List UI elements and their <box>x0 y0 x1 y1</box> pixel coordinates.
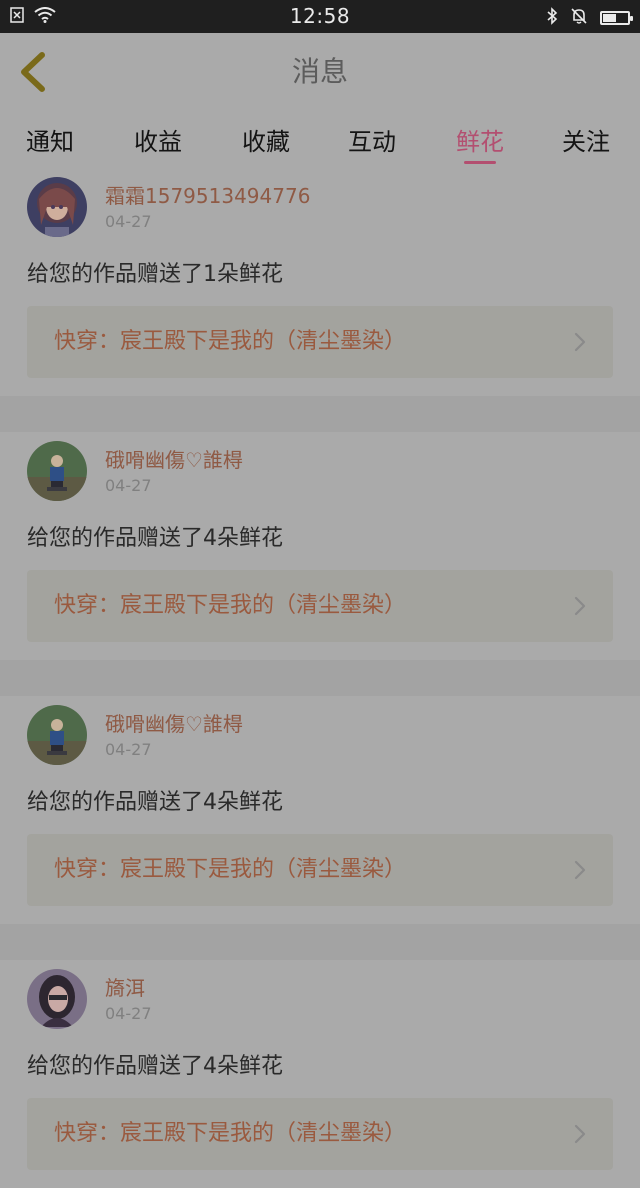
work-title: 快穿：宸王殿下是我的（清尘墨染） <box>54 329 407 354</box>
tab-notice[interactable]: 通知 <box>26 122 74 157</box>
tab-flowers[interactable]: 鲜花 <box>456 122 504 164</box>
page-title: 消息 <box>291 55 348 88</box>
work-title: 快穿：宸王殿下是我的（清尘墨染） <box>54 593 407 618</box>
chevron-right-icon <box>574 596 586 616</box>
tab-bar: 通知 收益 收藏 互动 鲜花 关注 <box>0 110 640 168</box>
avatar[interactable] <box>27 969 87 1029</box>
username[interactable]: 硪嗗幽傷♡誰棏 <box>105 444 243 473</box>
card-separator <box>0 660 640 696</box>
work-link[interactable]: 快穿：宸王殿下是我的（清尘墨染） <box>27 1098 613 1170</box>
status-time: 12:58 <box>289 4 351 28</box>
tab-interaction[interactable]: 互动 <box>348 122 396 157</box>
tab-favorites[interactable]: 收藏 <box>242 122 290 157</box>
work-title: 快穿：宸王殿下是我的（清尘墨染） <box>54 1121 407 1146</box>
app-header: 消息 <box>0 33 640 111</box>
notification-message: 给您的作品赠送了4朵鲜花 <box>27 526 283 551</box>
work-link[interactable]: 快穿：宸王殿下是我的（清尘墨染） <box>27 306 613 378</box>
tab-label: 收藏 <box>242 128 290 156</box>
active-tab-indicator <box>464 161 496 164</box>
status-right-icons <box>546 7 633 29</box>
username[interactable]: 旖洱 <box>105 972 145 1001</box>
card-separator <box>0 924 640 960</box>
notification-message: 给您的作品赠送了4朵鲜花 <box>27 790 283 815</box>
work-link[interactable]: 快穿：宸王殿下是我的（清尘墨染） <box>27 570 613 642</box>
tab-label: 鲜花 <box>456 128 504 156</box>
work-link[interactable]: 快穿：宸王殿下是我的（清尘墨染） <box>27 834 613 906</box>
notification-date: 04-27 <box>105 212 152 231</box>
card-separator <box>0 396 640 432</box>
chevron-right-icon <box>574 860 586 880</box>
notification-date: 04-27 <box>105 740 152 759</box>
avatar[interactable] <box>27 705 87 765</box>
mute-bell-icon <box>570 7 588 29</box>
notification-date: 04-27 <box>105 476 152 495</box>
username[interactable]: 霜霜1579513494776 <box>105 180 310 209</box>
bluetooth-icon <box>546 7 558 29</box>
notification-card: 硪嗗幽傷♡誰棏 04-27 给您的作品赠送了4朵鲜花 快穿：宸王殿下是我的（清尘… <box>0 696 640 924</box>
notification-date: 04-27 <box>105 1004 152 1023</box>
notification-message: 给您的作品赠送了4朵鲜花 <box>27 1054 283 1079</box>
notification-card: 硪嗗幽傷♡誰棏 04-27 给您的作品赠送了4朵鲜花 快穿：宸王殿下是我的（清尘… <box>0 432 640 660</box>
chevron-right-icon <box>574 332 586 352</box>
tab-label: 关注 <box>562 128 610 156</box>
tab-label: 收益 <box>134 128 182 156</box>
tab-label: 互动 <box>348 128 396 156</box>
tab-follow[interactable]: 关注 <box>562 122 610 157</box>
notification-card: 旖洱 04-27 给您的作品赠送了4朵鲜花 快穿：宸王殿下是我的（清尘墨染） <box>0 960 640 1188</box>
username[interactable]: 硪嗗幽傷♡誰棏 <box>105 708 243 737</box>
tab-label: 通知 <box>26 128 74 156</box>
avatar[interactable] <box>27 177 87 237</box>
chevron-right-icon <box>574 1124 586 1144</box>
tab-earnings[interactable]: 收益 <box>134 122 182 157</box>
status-bar: 12:58 <box>0 0 640 33</box>
battery-icon <box>600 11 633 25</box>
notification-card: 霜霜1579513494776 04-27 给您的作品赠送了1朵鲜花 快穿：宸王… <box>0 168 640 396</box>
notification-message: 给您的作品赠送了1朵鲜花 <box>27 262 283 287</box>
work-title: 快穿：宸王殿下是我的（清尘墨染） <box>54 857 407 882</box>
avatar[interactable] <box>27 441 87 501</box>
